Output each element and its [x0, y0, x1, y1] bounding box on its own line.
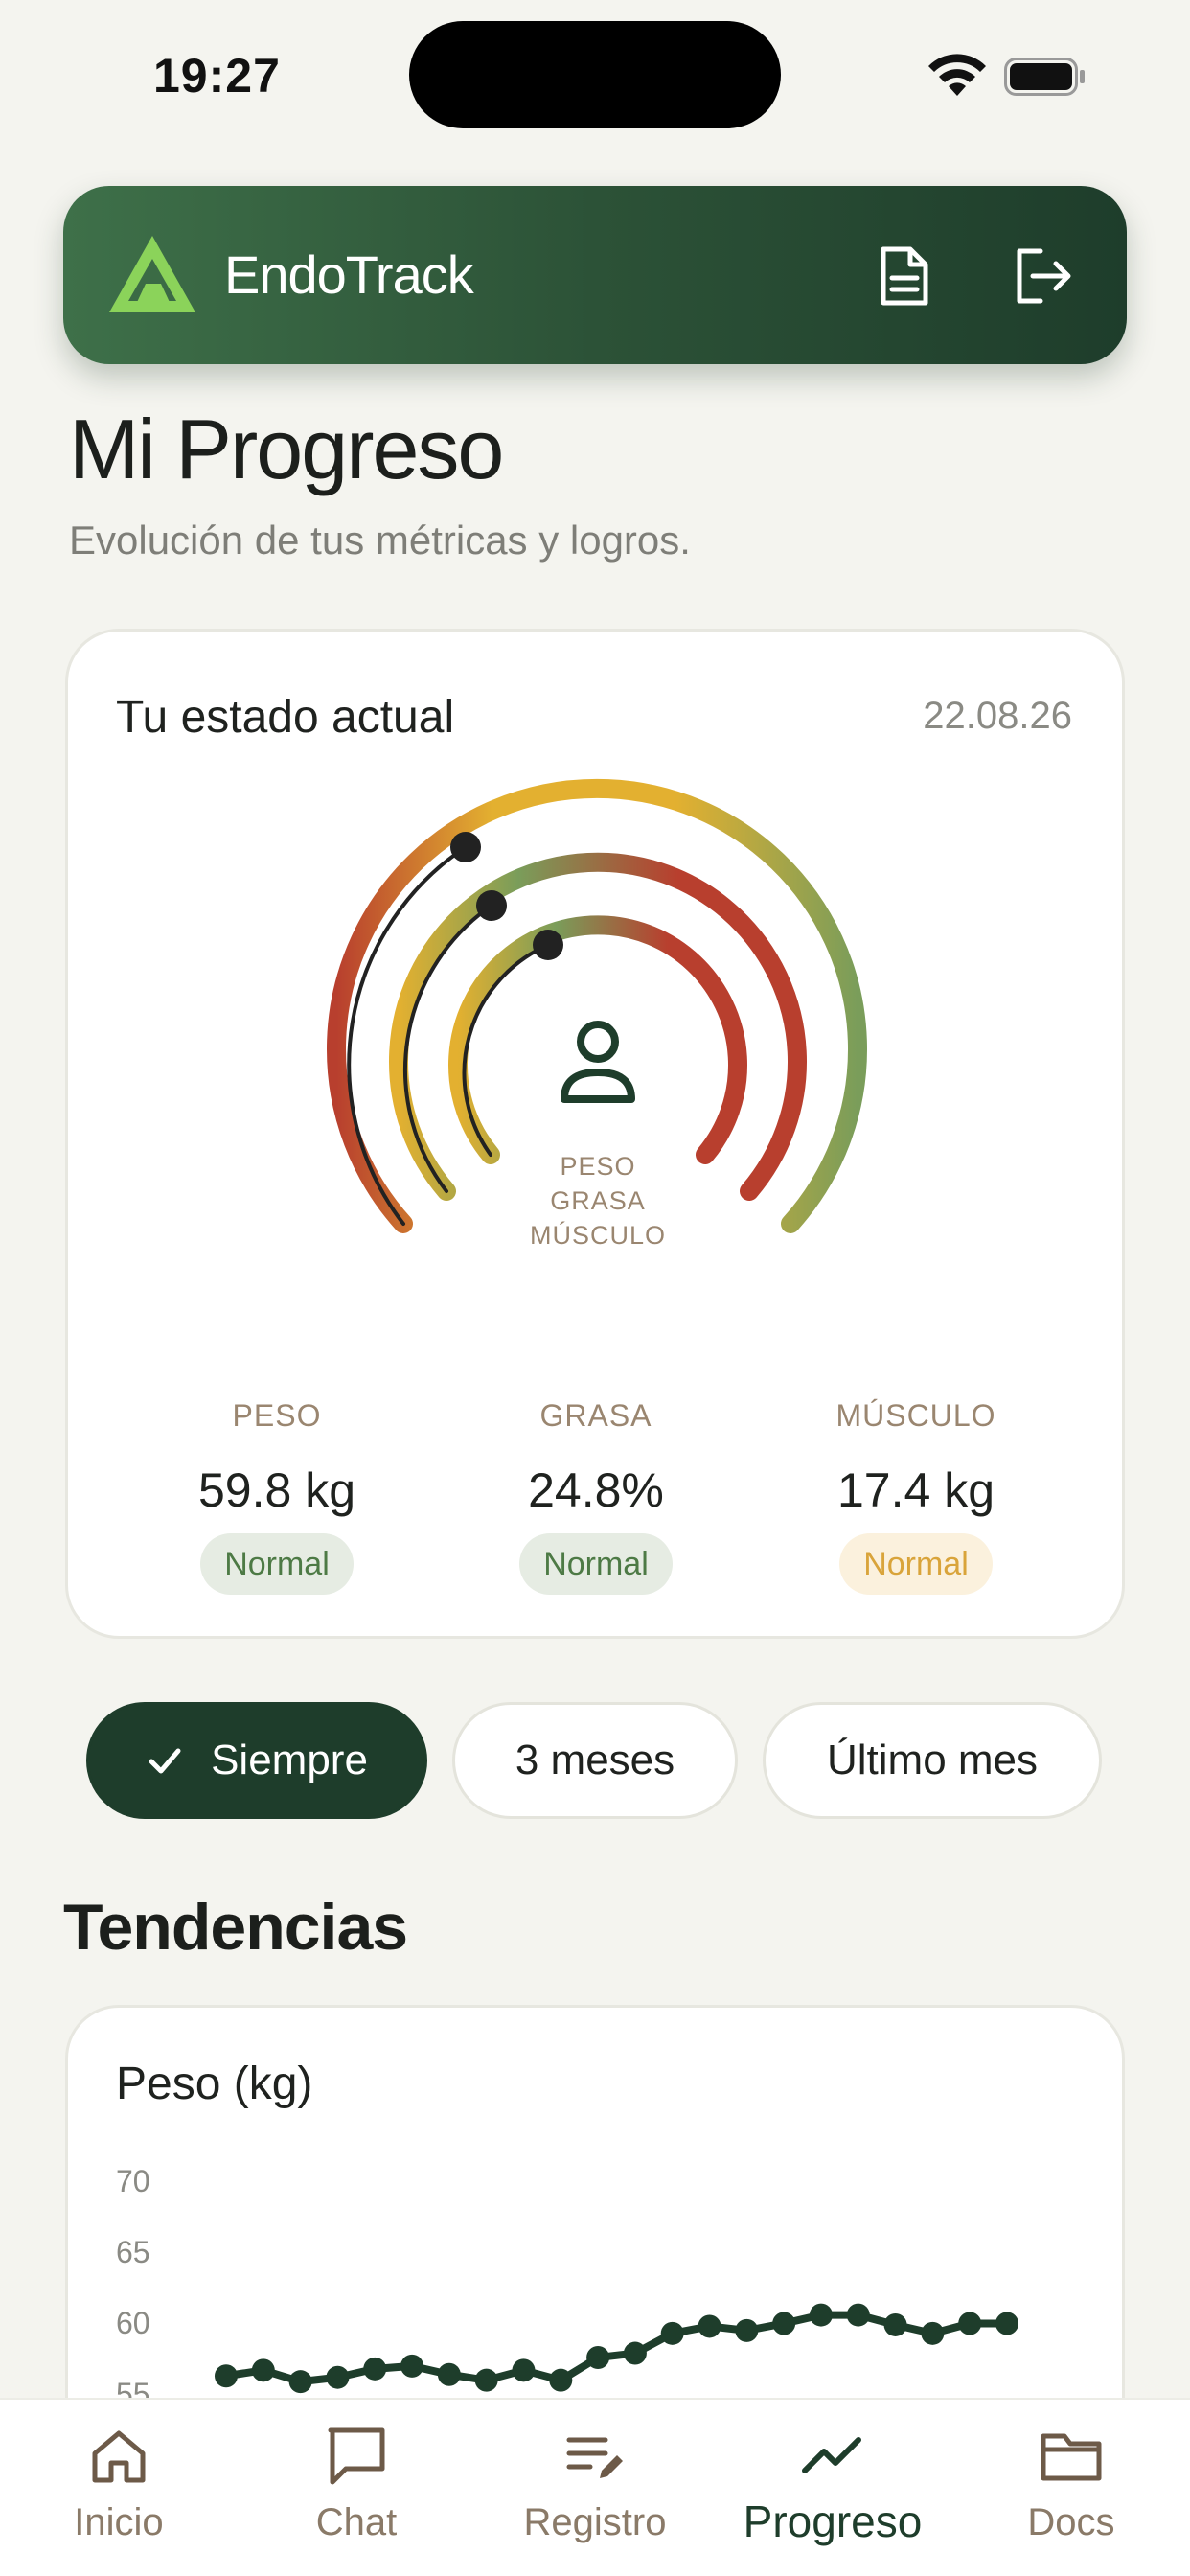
gauge-ring-musculo: [448, 915, 747, 1164]
brand-name: EndoTrack: [224, 244, 474, 305]
metric-label: GRASA: [539, 1398, 652, 1433]
nav-item-inicio[interactable]: Inicio: [13, 2423, 224, 2544]
nav-label: Chat: [315, 2501, 398, 2543]
home-icon: [92, 2430, 146, 2483]
data-point[interactable]: [512, 2358, 536, 2382]
nav-item-docs[interactable]: Docs: [966, 2423, 1177, 2544]
data-point[interactable]: [809, 2303, 833, 2327]
data-point[interactable]: [623, 2341, 647, 2365]
data-point[interactable]: [288, 2370, 312, 2394]
data-point[interactable]: [660, 2321, 684, 2345]
metric-value: 17.4 kg: [836, 1463, 995, 1517]
gauge-label-grasa: GRASA: [550, 1186, 646, 1215]
status-badge: Normal: [519, 1533, 673, 1595]
gauge-marker-grasa: [476, 890, 507, 921]
metric-value: 24.8%: [528, 1463, 664, 1517]
bottom-nav: Inicio Chat Registro Progreso Docs: [0, 2398, 1190, 2576]
data-point[interactable]: [698, 2314, 721, 2338]
status-bar: 19:27: [0, 0, 1190, 153]
data-point[interactable]: [326, 2365, 350, 2389]
trend-icon: [802, 2437, 861, 2473]
data-point[interactable]: [215, 2364, 238, 2388]
y-tick-label: 65: [116, 2235, 150, 2269]
user-icon: [561, 1021, 635, 1103]
data-point[interactable]: [735, 2318, 759, 2342]
data-point[interactable]: [772, 2312, 796, 2335]
gauge-labels: PESO GRASA MÚSCULO: [502, 1149, 694, 1253]
check-icon: [149, 1748, 181, 1774]
gauge-label-peso: PESO: [560, 1152, 636, 1181]
metric-peso: PESO 59.8 kg Normal: [133, 1398, 421, 1595]
nav-item-progreso[interactable]: Progreso: [727, 2423, 938, 2547]
data-point[interactable]: [995, 2312, 1018, 2335]
nav-label: Inicio: [74, 2501, 164, 2543]
battery-icon: [1004, 58, 1085, 96]
chat-icon: [328, 2427, 385, 2485]
filter-siempre[interactable]: Siempre: [86, 1702, 427, 1819]
nav-label: Progreso: [743, 2496, 923, 2546]
trends-title: Tendencias: [63, 1891, 408, 1964]
data-point[interactable]: [400, 2354, 424, 2378]
page-title: Mi Progreso: [69, 402, 504, 496]
status-badge: Normal: [839, 1533, 993, 1595]
filter-label: Último mes: [826, 1736, 1039, 1783]
filter-label: 3 meses: [515, 1736, 675, 1783]
dynamic-island: [409, 21, 781, 128]
data-point[interactable]: [958, 2312, 982, 2335]
current-status-card: Tu estado actual 22.08.26 PESO GRASA MÚS…: [65, 629, 1125, 1639]
nav-label: Docs: [1027, 2501, 1115, 2543]
filter-label: Siempre: [211, 1736, 368, 1783]
nav-item-registro[interactable]: Registro: [490, 2423, 700, 2544]
folder-icon: [1041, 2433, 1102, 2481]
nav-label: Registro: [523, 2501, 667, 2543]
logout-button[interactable]: [1006, 240, 1079, 312]
page-subtitle: Evolución de tus métricas y logros.: [69, 518, 691, 563]
document-button[interactable]: [868, 240, 941, 312]
metric-label: PESO: [232, 1398, 322, 1433]
filter-3-meses[interactable]: 3 meses: [452, 1702, 738, 1819]
document-icon: [881, 246, 928, 306]
app-header: EndoTrack: [63, 186, 1127, 364]
data-point[interactable]: [437, 2362, 461, 2386]
metric-label: MÚSCULO: [835, 1398, 996, 1433]
metric-value: 59.8 kg: [197, 1463, 355, 1517]
nav-item-chat[interactable]: Chat: [251, 2423, 462, 2544]
status-time: 19:27: [153, 49, 281, 103]
status-badge: Normal: [200, 1533, 354, 1595]
logo-icon: [109, 236, 195, 312]
time-range-filters: Siempre 3 meses Último mes: [0, 1702, 1190, 1821]
gauge-marker-musculo: [533, 930, 563, 960]
metric-grasa: GRASA 24.8% Normal: [452, 1398, 740, 1595]
data-point[interactable]: [586, 2346, 610, 2369]
data-point[interactable]: [363, 2357, 387, 2380]
gauge-marker-peso: [450, 832, 481, 862]
data-point[interactable]: [251, 2358, 275, 2382]
filter-ultimo-mes[interactable]: Último mes: [763, 1702, 1102, 1819]
data-point[interactable]: [846, 2303, 870, 2327]
y-tick-label: 60: [116, 2306, 150, 2340]
y-tick-label: 70: [116, 2164, 150, 2198]
data-point[interactable]: [549, 2368, 573, 2392]
logout-icon: [1017, 248, 1071, 304]
wifi-icon: [928, 54, 986, 96]
gauge-label-musculo: MÚSCULO: [529, 1221, 666, 1250]
data-point[interactable]: [883, 2312, 907, 2336]
edit-list-icon: [566, 2437, 623, 2478]
metric-musculo: MÚSCULO 17.4 kg Normal: [772, 1398, 1060, 1595]
data-point[interactable]: [474, 2368, 498, 2392]
data-point[interactable]: [921, 2321, 945, 2345]
